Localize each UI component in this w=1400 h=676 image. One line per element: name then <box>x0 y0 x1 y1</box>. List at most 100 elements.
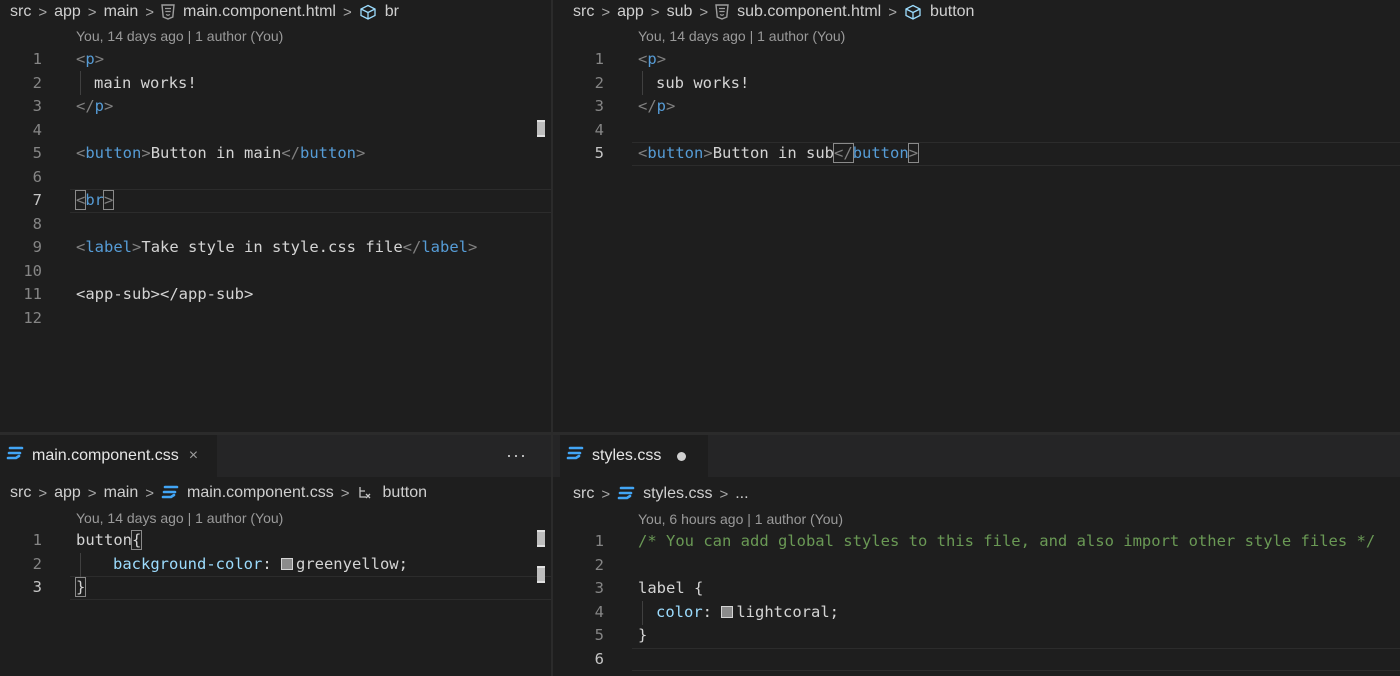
vertical-split-divider[interactable] <box>551 0 553 676</box>
token: > <box>141 144 151 162</box>
line-number: 5 <box>594 626 604 644</box>
breadcrumb-app[interactable]: app <box>617 3 644 21</box>
token: ; <box>398 554 408 573</box>
breadcrumb-symbol[interactable]: button <box>930 3 974 21</box>
breadcrumb-src[interactable]: src <box>10 3 31 21</box>
editor-main-component-css[interactable]: main.component.css × ··· src > app > mai… <box>0 435 551 676</box>
editor-styles-css[interactable]: styles.css src > styles.css > ... You, 6… <box>553 435 1400 676</box>
code-line: 8 <box>0 213 551 237</box>
breadcrumb-app[interactable]: app <box>54 3 81 21</box>
token: </ <box>281 144 301 162</box>
chevron-right-icon: > <box>340 484 350 502</box>
scrollbar-marker[interactable] <box>537 566 545 583</box>
token: < <box>638 50 648 68</box>
current-line-highlight <box>70 576 551 600</box>
chevron-right-icon: > <box>38 3 48 21</box>
close-icon[interactable]: × <box>189 447 198 465</box>
scrollbar-marker[interactable] <box>537 530 545 547</box>
breadcrumb-sub[interactable]: sub <box>667 3 693 21</box>
code-line: 12 <box>0 307 551 331</box>
token: button <box>300 144 357 162</box>
line-number: 1 <box>594 50 604 68</box>
breadcrumb-app[interactable]: app <box>54 484 81 502</box>
code-line: 5} <box>562 624 1400 648</box>
html-file-icon <box>161 4 175 20</box>
codelens-author[interactable]: You, 6 hours ago | 1 author (You) <box>638 511 843 527</box>
token: label <box>421 238 468 256</box>
css-file-icon <box>6 446 24 467</box>
tab-main-component-css[interactable]: main.component.css × <box>0 435 217 477</box>
indent-guide <box>80 71 81 95</box>
line-number: 2 <box>32 73 42 92</box>
unsaved-dot-icon[interactable] <box>677 451 687 461</box>
line-number: 8 <box>32 214 42 233</box>
breadcrumb-src[interactable]: src <box>573 485 594 503</box>
code-line: 1 button{ <box>0 529 551 553</box>
scrollbar-marker[interactable] <box>537 120 545 137</box>
more-actions-icon[interactable]: ··· <box>506 445 527 466</box>
line-number: 3 <box>594 579 604 597</box>
color-swatch[interactable] <box>280 557 293 570</box>
breadcrumb-main[interactable]: main <box>104 484 139 502</box>
breadcrumb-src[interactable]: src <box>10 484 31 502</box>
breadcrumb-src[interactable]: src <box>573 3 594 21</box>
line-number: 5 <box>32 144 42 162</box>
css-file-icon <box>566 446 584 467</box>
token: < <box>76 50 86 68</box>
line-number: 4 <box>32 120 42 139</box>
code-line: 4 <box>562 119 1400 143</box>
line-number: 4 <box>594 602 604 621</box>
code-area[interactable]: 1 button{ 2 background-color: greenyellow;… <box>0 529 551 600</box>
breadcrumb-file[interactable]: styles.css <box>643 485 712 503</box>
chevron-right-icon: > <box>145 484 155 502</box>
token: </ <box>638 97 657 115</box>
line-number: 1 <box>32 50 42 68</box>
chevron-right-icon: > <box>888 3 897 21</box>
code-line: 1 <p> <box>562 48 1400 72</box>
codelens-author[interactable]: You, 14 days ago | 1 author (You) <box>638 28 845 44</box>
editor-sub-component-html[interactable]: src > app > sub > sub.component.html > b… <box>553 0 1400 432</box>
code-area[interactable]: 1 <p> 2 sub works! 3 </p> 4 5 <button>Button… <box>562 48 1400 166</box>
indent-guide <box>642 71 643 95</box>
editor-main-component-html[interactable]: src > app > main > main.component.html >… <box>0 0 551 432</box>
code-line: 2 background-color: greenyellow; <box>0 553 551 577</box>
token: > <box>132 238 142 256</box>
breadcrumb-file[interactable]: sub.component.html <box>737 3 881 21</box>
token: button <box>852 144 909 162</box>
breadcrumb-file[interactable]: main.component.html <box>183 3 336 21</box>
token: button <box>647 144 704 162</box>
line-number: 3 <box>594 97 604 115</box>
selector-symbol-icon <box>357 485 375 501</box>
token: br <box>85 191 105 209</box>
color-swatch[interactable] <box>721 605 734 618</box>
breadcrumb-ellipsis[interactable]: ... <box>735 485 748 503</box>
current-line-highlight <box>70 189 551 213</box>
token: greenyellow <box>295 554 399 573</box>
line-number: 10 <box>23 261 42 280</box>
token: main works! <box>94 73 197 92</box>
breadcrumb-main[interactable]: main <box>104 3 139 21</box>
breadcrumb-file[interactable]: main.component.css <box>187 484 334 502</box>
tab-bar: styles.css <box>553 435 1400 477</box>
line-number: 2 <box>32 554 42 573</box>
codelens-author[interactable]: You, 14 days ago | 1 author (You) <box>76 510 283 526</box>
line-number: 5 <box>594 144 604 162</box>
token: p <box>94 97 105 115</box>
line-number: 2 <box>594 555 604 574</box>
code-line: 9 <label>Take style in style.css file</la… <box>0 236 551 260</box>
codelens-author[interactable]: You, 14 days ago | 1 author (You) <box>76 28 283 44</box>
code-line-current: 5 <button>Button in sub</button> <box>562 142 1400 166</box>
chevron-right-icon: > <box>601 485 611 503</box>
code-area[interactable]: 1 /* You can add global styles to this fi… <box>562 530 1400 671</box>
tab-styles-css[interactable]: styles.css <box>560 435 708 477</box>
token: > <box>468 238 478 256</box>
code-area[interactable]: 1 <p> 2 main works! 3 </p> 4 5 <button>Butto… <box>0 48 551 330</box>
chevron-right-icon: > <box>87 484 97 502</box>
token: > <box>666 97 676 115</box>
cube-symbol-icon <box>359 4 377 20</box>
tab-bar: main.component.css × ··· <box>0 435 551 477</box>
token: : <box>262 554 281 573</box>
breadcrumb-symbol[interactable]: button <box>383 484 427 502</box>
horizontal-split-divider[interactable] <box>0 432 1400 435</box>
breadcrumb-symbol[interactable]: br <box>385 3 399 21</box>
